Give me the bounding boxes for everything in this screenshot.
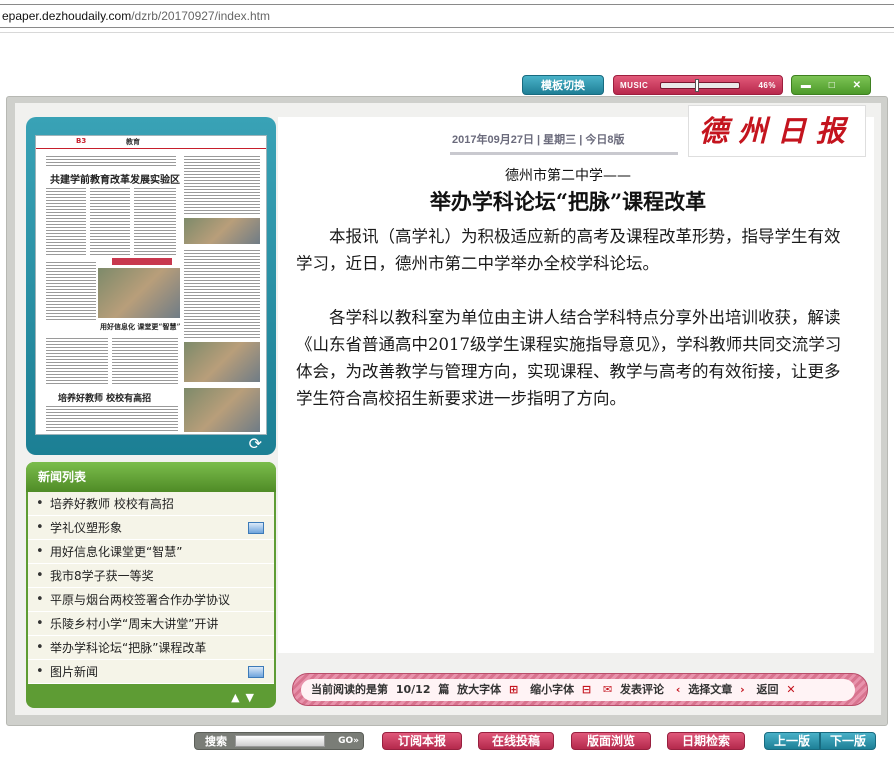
subscribe-button[interactable]: 订阅本报 <box>382 732 462 750</box>
article-paragraph: 本报讯（高学礼）为积极适应新的高考及课程改革形势，指导学生有效学习，近日，德州市… <box>296 227 841 273</box>
page-thumbnail[interactable]: B3 教育 共建学前教育改革发展实验区 用好信息化 课堂更“智慧” 培养好教师 校… <box>35 135 267 435</box>
news-list-item[interactable]: 我市8学子获一等奖 <box>28 564 274 588</box>
news-list: 培养好教师 校校有高招 学礼仪塑形象 用好信息化课堂更“智慧” 我市8学子获一等… <box>28 492 274 684</box>
issue-date: 2017年09月27日 <box>452 134 534 146</box>
issue-info: 2017年09月27日 | 星期三 | 今日8版 <box>452 134 625 146</box>
comment-button[interactable]: ✉ 发表评论 <box>603 683 668 696</box>
minimize-icon[interactable]: ▬ <box>801 76 811 94</box>
news-list-item[interactable]: 培养好教师 校校有高招 <box>28 492 274 516</box>
scroll-down-icon[interactable]: ▼ <box>246 691 260 704</box>
search-input[interactable] <box>235 735 325 747</box>
masthead-logo: 德州日报 <box>688 105 866 157</box>
news-list-item[interactable]: 平原与烟台两校签署合作办学协议 <box>28 588 274 612</box>
plus-icon: ⊞ <box>509 683 519 696</box>
news-list-item[interactable]: 图片新闻 <box>28 660 274 684</box>
page-thumbnail-panel: B3 教育 共建学前教育改革发展实验区 用好信息化 课堂更“智慧” 培养好教师 校… <box>26 117 276 455</box>
url-field[interactable]: epaper.dezhoudaily.com/dzrb/20170927/ind… <box>0 4 894 28</box>
chevron-left-icon: ‹ <box>675 683 681 696</box>
news-list-item[interactable]: 举办学科论坛“把脉”课程改革 <box>28 636 274 660</box>
thumb-caption-2: 培养好教师 校校有高招 <box>58 394 152 404</box>
close-icon[interactable]: ✕ <box>853 76 861 94</box>
issue-pages: 今日8版 <box>585 134 625 146</box>
search-go-button[interactable]: GO» <box>338 733 359 750</box>
enlarge-font-button[interactable]: 放大字体 ⊞ <box>457 683 522 696</box>
music-volume-slider[interactable] <box>660 79 740 92</box>
music-volume-value: 46% <box>758 81 776 90</box>
maximize-icon[interactable]: □ <box>829 76 835 94</box>
select-article-button[interactable]: ‹ 选择文章 › <box>676 683 749 696</box>
submit-button[interactable]: 在线投稿 <box>478 732 554 750</box>
image-icon <box>248 666 264 678</box>
back-button[interactable]: 返回 ✕ <box>757 683 800 696</box>
window-controls: ▬ □ ✕ <box>791 75 871 95</box>
refresh-icon[interactable]: ⟳ <box>249 434 262 453</box>
image-icon <box>248 522 264 534</box>
date-search-button[interactable]: 日期检索 <box>667 732 745 750</box>
music-label: MUSIC <box>620 81 649 90</box>
prev-page-button[interactable]: 上一版 <box>764 732 820 750</box>
article-body: 本报讯（高学礼）为积极适应新的高考及课程改革形势，指导学生有效学习，近日，德州市… <box>296 223 844 439</box>
next-page-button[interactable]: 下一版 <box>820 732 876 750</box>
news-list-title: 新闻列表 <box>26 462 276 492</box>
news-list-item[interactable]: 乐陵乡村小学“周末大讲堂”开讲 <box>28 612 274 636</box>
article-lead: 德州市第二中学—— <box>505 168 631 184</box>
chevron-right-icon: › <box>740 683 745 696</box>
news-list-item[interactable]: 用好信息化课堂更“智慧” <box>28 540 274 564</box>
news-list-panel: 新闻列表 培养好教师 校校有高招 学礼仪塑形象 用好信息化课堂更“智慧” 我市8… <box>26 462 276 708</box>
reading-position: 10/12 <box>395 683 431 696</box>
minus-icon: ⊟ <box>581 683 592 696</box>
address-bar[interactable]: epaper.dezhoudaily.com/dzrb/20170927/ind… <box>0 0 894 33</box>
thumb-headline: 共建学前教育改革发展实验区 <box>50 175 180 186</box>
divider <box>450 152 678 155</box>
news-list-item[interactable]: 学礼仪塑形象 <box>28 516 274 540</box>
close-icon: ✕ <box>786 683 796 696</box>
scroll-up-icon[interactable]: ▲ <box>231 691 245 704</box>
thumb-section: 教育 <box>126 138 140 146</box>
search-box: 搜索 GO» <box>194 732 364 750</box>
template-switch-button[interactable]: 模板切换 <box>522 75 604 95</box>
thumb-caption-1: 用好信息化 课堂更“智慧” <box>100 322 181 331</box>
music-volume-knob[interactable] <box>695 79 700 92</box>
issue-weekday: 星期三 <box>543 134 577 146</box>
article-toolbar: 当前阅读的是第 10/12 篇 放大字体 ⊞ 缩小字体 ⊟ ✉ 发表评论 ‹ 选… <box>292 673 868 706</box>
reading-prefix: 当前阅读的是第 <box>311 683 388 696</box>
thumb-page-label: B3 <box>76 137 87 145</box>
music-control: MUSIC 46% <box>613 75 783 95</box>
article-paragraph: 各学科以教科室为单位由主讲人结合学科特点分享外出培训收获，解读《山东省普通高中2… <box>296 308 842 408</box>
url-path: /dzrb/20170927/index.htm <box>131 9 270 23</box>
shrink-font-button[interactable]: 缩小字体 ⊟ <box>530 683 595 696</box>
url-host: epaper.dezhoudaily.com <box>2 9 132 23</box>
mail-icon: ✉ <box>602 683 613 696</box>
search-label: 搜索 <box>205 735 227 748</box>
browse-pages-button[interactable]: 版面浏览 <box>571 732 651 750</box>
reading-suffix: 篇 <box>438 683 450 696</box>
article-title: 举办学科论坛“把脉”课程改革 <box>429 189 707 214</box>
